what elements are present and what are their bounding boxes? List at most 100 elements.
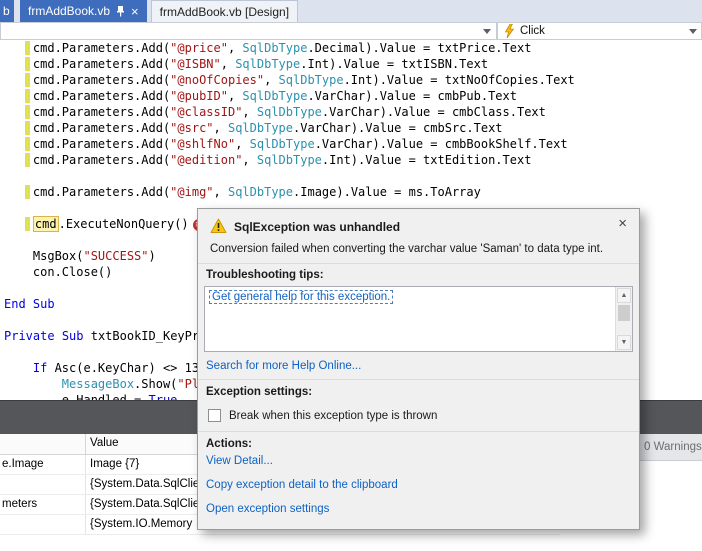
code-text: Private	[4, 329, 55, 343]
code-text: ,	[242, 105, 257, 119]
code-text: ,	[227, 89, 243, 103]
actions-links: View Detail... Copy exception detail to t…	[206, 455, 398, 527]
close-icon[interactable]: ×	[618, 215, 627, 232]
code-text: SqlDbType	[227, 121, 294, 135]
tab-partial[interactable]: b	[0, 0, 14, 22]
code-text: SqlDbType	[256, 105, 322, 119]
code-text: "@img"	[170, 185, 214, 199]
code-text: ,	[213, 121, 228, 135]
code-text: .Int).Value = txtISBN.Text	[300, 57, 489, 71]
code-text: "@classID"	[170, 105, 243, 119]
vs-window: b frmAddBook.vb × frmAddBook.vb [Design]…	[0, 0, 702, 551]
code-text: .VarChar).Value = cmbBookShelf.Text	[314, 137, 568, 151]
scrollbar-thumb[interactable]	[618, 305, 630, 321]
divider	[198, 431, 639, 432]
code-text: "SUCCESS"	[83, 249, 149, 263]
code-text: cmd.Parameters.Add(	[4, 137, 171, 151]
code-text: SqlDbType	[227, 185, 294, 199]
general-help-link[interactable]: Get general help for this exception.	[209, 290, 394, 304]
watch-name-cell: meters	[0, 495, 86, 514]
code-text: SqlDbType	[242, 89, 308, 103]
code-text: "Pl	[177, 377, 200, 391]
code-text: ,	[264, 73, 279, 87]
open-exception-settings-link[interactable]: Open exception settings	[206, 503, 398, 515]
code-text: SqlDbType	[256, 153, 322, 167]
code-text: "@price"	[170, 41, 228, 55]
tab-label: frmAddBook.vb	[28, 4, 111, 18]
code-text: ,	[220, 57, 236, 71]
tab-frmaddbook-design[interactable]: frmAddBook.vb [Design]	[150, 0, 299, 22]
code-line: cmd.Parameters.Add("@price", SqlDbType.D…	[0, 40, 702, 56]
break-checkbox-row: Break when this exception type is thrown	[208, 409, 437, 422]
code-text: "@src"	[170, 121, 214, 135]
code-text: cmd.Parameters.Add(	[4, 73, 171, 87]
event-name: Click	[520, 25, 545, 37]
dialog-title: SqlException was unhandled	[234, 220, 401, 234]
watch-name-cell	[0, 515, 86, 534]
divider	[198, 263, 639, 264]
code-text: txtBookID_KeyPr	[83, 329, 200, 343]
code-text: .Int).Value = txtNoOfCopies.Text	[343, 73, 575, 87]
code-text: ,	[235, 137, 250, 151]
code-text: MessageBox	[61, 377, 135, 391]
code-text: "@shlfNo"	[170, 137, 236, 151]
scroll-up-icon[interactable]: ▲	[617, 288, 631, 303]
code-line: cmd.Parameters.Add("@edition", SqlDbType…	[0, 152, 702, 168]
code-text: .Decimal).Value = txtPrice.Text	[307, 41, 532, 55]
search-help-online-link[interactable]: Search for more Help Online...	[206, 360, 361, 372]
view-detail-link[interactable]: View Detail...	[206, 455, 398, 467]
code-text: cmd.Parameters.Add(	[4, 121, 171, 135]
code-line: cmd.Parameters.Add("@noOfCopies", SqlDbT…	[0, 72, 702, 88]
document-tabstrip: b frmAddBook.vb × frmAddBook.vb [Design]	[0, 0, 702, 22]
warnings-button[interactable]: 0 Warnings	[644, 441, 702, 453]
class-combobox[interactable]	[0, 22, 497, 40]
exception-message: Conversion failed when converting the va…	[210, 243, 604, 255]
break-checkbox[interactable]	[208, 409, 221, 422]
scroll-down-icon[interactable]: ▼	[617, 335, 631, 350]
code-text: ,	[227, 41, 243, 55]
code-text: cmd.Parameters.Add(	[4, 41, 171, 55]
warning-triangle-icon	[210, 218, 227, 237]
code-text: cmd.Parameters.Add(	[4, 57, 171, 71]
watch-name-cell: e.Image	[0, 455, 86, 474]
code-text: .VarChar).Value = cmbPub.Text	[307, 89, 517, 103]
code-line: cmd.Parameters.Add("@classID", SqlDbType…	[0, 104, 702, 120]
code-text: .VarChar).Value = cmbSrc.Text	[293, 121, 503, 135]
event-lightning-icon	[504, 24, 514, 38]
watch-name-cell	[0, 475, 86, 494]
pin-icon[interactable]	[116, 5, 125, 17]
code-text: ,	[242, 153, 257, 167]
method-combobox[interactable]: Click	[497, 22, 702, 40]
tab-frmaddbook-code[interactable]: frmAddBook.vb ×	[20, 0, 147, 22]
chevron-down-icon	[689, 28, 697, 34]
code-text: cmd	[32, 216, 59, 232]
code-text: .Image).Value = ms.ToArray	[293, 185, 481, 199]
code-text: .ExecuteNonQuery()	[58, 217, 189, 231]
divider	[198, 379, 639, 380]
close-tab-icon[interactable]: ×	[131, 5, 139, 18]
code-text: cmd.Parameters.Add(	[4, 89, 171, 103]
code-text: SqlDbType	[235, 57, 301, 71]
code-line: cmd.Parameters.Add("@pubID", SqlDbType.V…	[0, 88, 702, 104]
code-text: Sub	[61, 329, 84, 343]
name-column-header[interactable]	[0, 434, 86, 454]
code-line: cmd.Parameters.Add("@shlfNo", SqlDbType.…	[0, 136, 702, 152]
tips-scrollbar[interactable]: ▲ ▼	[615, 287, 632, 351]
code-text: .VarChar).Value = cmbClass.Text	[321, 105, 546, 119]
code-text: con.Close()	[4, 265, 113, 279]
code-text: "@noOfCopies"	[170, 73, 265, 87]
copy-exception-detail-link[interactable]: Copy exception detail to the clipboard	[206, 479, 398, 491]
code-text: "@ISBN"	[170, 57, 221, 71]
code-text: MsgBox(	[4, 249, 84, 263]
code-text: .Int).Value = txtEdition.Text	[321, 153, 532, 167]
code-text: .Show(	[134, 377, 178, 391]
code-text: cmd.Parameters.Add(	[4, 153, 171, 167]
code-text: Asc(e.KeyChar) <> 13	[47, 361, 207, 375]
code-text: End Sub	[4, 297, 55, 311]
exception-settings-label: Exception settings:	[206, 386, 313, 398]
